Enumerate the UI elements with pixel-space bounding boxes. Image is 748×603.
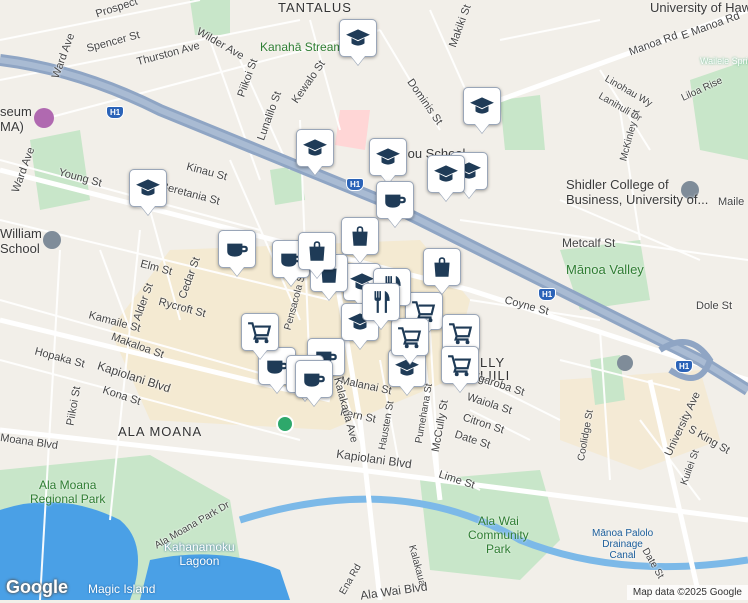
shopping-cart-icon <box>448 355 472 377</box>
graduation-cap-icon <box>470 97 494 114</box>
grocery-marker[interactable] <box>441 346 479 384</box>
school-marker[interactable] <box>369 138 407 176</box>
grocery-marker[interactable] <box>391 318 429 356</box>
h1-shield: H1 <box>106 106 125 119</box>
h1-shield: H1 <box>675 360 694 373</box>
shopping-bag-icon <box>309 241 325 261</box>
google-logo[interactable]: Google <box>6 577 68 598</box>
cafe-marker[interactable] <box>376 181 414 219</box>
shopping-marker[interactable] <box>341 217 379 255</box>
restaurant-marker[interactable] <box>362 283 400 321</box>
school-marker[interactable] <box>427 155 465 193</box>
graduation-cap-icon <box>303 139 327 156</box>
cafe-marker[interactable] <box>295 360 333 398</box>
shopping-marker[interactable] <box>298 232 336 270</box>
coffee-cup-icon <box>304 373 325 387</box>
school-marker[interactable] <box>296 129 334 167</box>
h1-shield: H1 <box>346 178 365 191</box>
university-poi-icon <box>681 181 699 199</box>
map-attribution[interactable]: Map data ©2025 Google <box>626 585 748 600</box>
shopping-cart-icon <box>398 327 422 349</box>
coffee-cup-icon <box>385 194 406 208</box>
fork-knife-icon <box>374 291 390 313</box>
graduation-cap-icon <box>376 148 400 165</box>
cafe-marker[interactable] <box>218 230 256 268</box>
shopping-bag-icon <box>434 257 450 277</box>
shopping-bag-icon <box>352 226 368 246</box>
school-marker[interactable] <box>129 169 167 207</box>
graduation-cap-icon <box>346 29 370 46</box>
shopping-cart-icon <box>449 323 473 345</box>
graduation-cap-icon <box>434 165 458 182</box>
shopping-marker[interactable] <box>423 248 461 286</box>
coffee-cup-icon <box>227 243 248 257</box>
h1-shield: H1 <box>538 288 557 301</box>
education-poi-icon <box>617 355 633 371</box>
school-marker[interactable] <box>463 87 501 125</box>
shopping-cart-icon <box>248 322 272 344</box>
museum-icon <box>34 108 54 128</box>
school-poi-icon <box>43 231 61 249</box>
park-location-marker <box>276 415 294 433</box>
grocery-marker[interactable] <box>241 313 279 351</box>
graduation-cap-icon <box>136 179 160 196</box>
school-marker[interactable] <box>339 19 377 57</box>
